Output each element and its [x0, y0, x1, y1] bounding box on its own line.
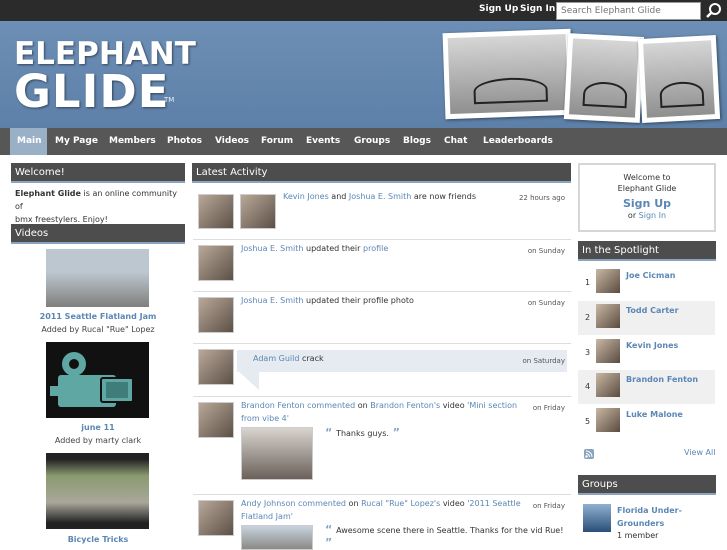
activity-time: on Friday [532, 404, 565, 412]
signin-link[interactable]: Sign In [520, 4, 555, 14]
nav-my-page[interactable]: My Page [55, 136, 98, 146]
nav-groups[interactable]: Groups [354, 136, 390, 146]
avatar[interactable] [596, 269, 620, 293]
activity-user-link[interactable]: Brandon Fenton [241, 401, 305, 410]
video-thumb-2[interactable] [46, 342, 149, 418]
search-button[interactable] [704, 1, 724, 20]
profile-link[interactable]: profile [363, 244, 388, 253]
activity-time: 22 hours ago [518, 194, 565, 202]
avatar[interactable] [198, 402, 234, 438]
video-title-3[interactable]: Bicycle Tricks [28, 535, 168, 544]
video-title-1[interactable]: 2011 Seattle Flatland Jam [28, 312, 168, 321]
video-title-2[interactable]: june 11 [28, 423, 168, 432]
nav-forum[interactable]: Forum [261, 136, 293, 146]
comment-quote: “ Thanks guys. ” [325, 426, 400, 439]
nav-videos[interactable]: Videos [215, 136, 249, 146]
video-camera-icon [50, 352, 134, 407]
signup-box-link[interactable]: Sign Up [580, 197, 714, 210]
activity-user-link[interactable]: Joshua E. Smith [241, 244, 303, 253]
activity-user-link[interactable]: Joshua E. Smith [241, 296, 303, 305]
spotlight-name[interactable]: Luke Malone [626, 410, 683, 419]
activity-item: Joshua E. Smith updated their profile ph… [193, 292, 571, 344]
search-icon [706, 3, 721, 18]
latest-activity-title: Latest Activity [192, 163, 571, 183]
spotlight-name[interactable]: Brandon Fenton [626, 375, 698, 384]
spotlight-item: 1 Joe Cicman [578, 266, 715, 300]
activity-item: Kevin Jones and Joshua E. Smith are now … [193, 187, 571, 240]
avatar[interactable] [596, 339, 620, 363]
activity-time: on Sunday [527, 247, 565, 255]
activity-user-link[interactable]: Adam Guild [253, 354, 299, 363]
rss-icon[interactable] [584, 449, 594, 459]
spotlight-name[interactable]: Joe Cicman [626, 271, 675, 280]
signup-link[interactable]: Sign Up [479, 4, 518, 14]
welcome-title: Welcome! [11, 163, 185, 183]
nav-photos[interactable]: Photos [167, 136, 202, 146]
videos-title: Videos [11, 224, 185, 244]
video-link[interactable]: Flatland Jam' [241, 512, 293, 521]
video-link[interactable]: '2011 Seattle [467, 499, 520, 508]
activity-item: Brandon Fenton commented on Brandon Fent… [193, 397, 571, 495]
comment-quote: “ Awesome scene there in Seattle. Thanks… [325, 523, 564, 549]
avatar[interactable] [596, 304, 620, 328]
activity-user-link[interactable]: Brandon Fenton's [370, 401, 440, 410]
avatar[interactable] [240, 194, 276, 229]
video-link[interactable]: from vibe 4' [241, 414, 289, 423]
activity-item: Adam Guild crack on Saturday [193, 344, 571, 397]
nav-blogs[interactable]: Blogs [403, 136, 431, 146]
nav-main[interactable]: Main [17, 136, 42, 146]
activity-user-link[interactable]: Joshua E. Smith [349, 192, 411, 201]
spotlight-item: 3 Kevin Jones [578, 336, 715, 370]
site-header: ELEPHANT GLIDE TM [0, 21, 727, 128]
activity-user-link[interactable]: Andy Johnson [241, 499, 295, 508]
avatar[interactable] [596, 373, 620, 397]
activity-time: on Friday [532, 502, 565, 510]
main-nav: Main My Page Members Photos Videos Forum… [0, 128, 727, 155]
spotlight-name[interactable]: Kevin Jones [626, 341, 678, 350]
video-added-2: Added by marty clark [54, 436, 142, 445]
group-avatar[interactable] [583, 504, 611, 532]
avatar[interactable] [198, 297, 234, 333]
header-photo-2 [563, 33, 645, 123]
avatar[interactable] [198, 349, 234, 385]
spotlight-name[interactable]: Todd Carter [626, 306, 679, 315]
activity-item: Joshua E. Smith updated their profile on… [193, 240, 571, 292]
activity-time: on Saturday [522, 357, 566, 365]
activity-time: on Sunday [527, 299, 565, 307]
activity-user-link[interactable]: Rucal "Rue" Lopez's [361, 499, 440, 508]
video-added-1: Added by Rucal "Rue" Lopez [41, 325, 155, 334]
spotlight-item: 2 Todd Carter [578, 301, 715, 335]
nav-events[interactable]: Events [306, 136, 340, 146]
header-photo-1 [442, 28, 574, 120]
welcome-text: Elephant Glide is an online community of… [15, 189, 178, 224]
header-photo-3 [637, 35, 721, 123]
avatar[interactable] [198, 245, 234, 281]
activity-item: Andy Johnson commented on Rucal "Rue" Lo… [193, 495, 571, 550]
avatar[interactable] [596, 408, 620, 432]
search-input[interactable] [556, 2, 701, 20]
video-thumb-1[interactable] [46, 249, 149, 307]
avatar[interactable] [198, 500, 234, 536]
video-link[interactable]: 'Mini section [467, 401, 517, 410]
spotlight-item: 4 Brandon Fenton [578, 370, 715, 404]
nav-members[interactable]: Members [109, 136, 156, 146]
video-thumb[interactable] [241, 525, 313, 550]
activity-user-link[interactable]: Kevin Jones [283, 192, 329, 201]
video-thumb-3[interactable] [46, 453, 149, 529]
group-member-count: 1 member [617, 531, 659, 540]
video-thumb[interactable] [241, 427, 313, 480]
signin-box-link[interactable]: Sign In [639, 211, 666, 220]
nav-chat[interactable]: Chat [444, 136, 467, 146]
nav-leaderboards[interactable]: Leaderboards [483, 136, 553, 146]
spotlight-item: 5 Luke Malone [578, 405, 715, 439]
group-name-link[interactable]: Florida Under- Grounders [617, 504, 682, 530]
avatar[interactable] [198, 194, 234, 229]
welcome-brand: Elephant Glide [15, 189, 81, 198]
spotlight-title: In the Spotlight [578, 241, 716, 261]
trademark-mark: TM [164, 96, 175, 104]
groups-title: Groups [578, 475, 716, 495]
view-all-link[interactable]: View All [684, 448, 715, 457]
top-bar: Sign Up Sign In [0, 0, 727, 21]
welcome-signup-box: Welcome to Elephant Glide Sign Up or Sig… [578, 163, 716, 232]
